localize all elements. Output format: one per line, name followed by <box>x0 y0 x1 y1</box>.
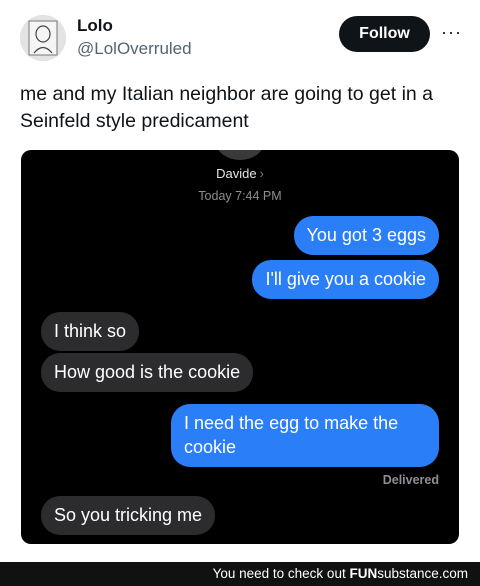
chevron-right-icon: › <box>259 166 264 181</box>
message-timestamp: Today 7:44 PM <box>198 189 282 203</box>
sent-message-bubble: I'll give you a cookie <box>252 260 439 299</box>
sent-message-bubble: I need the egg to make the cookie <box>171 404 439 467</box>
avatar-image <box>20 15 66 61</box>
sent-message-bubble: You got 3 eggs <box>293 216 439 255</box>
footer-brand-rest: substance.com <box>377 566 468 581</box>
author-name[interactable]: Lolo <box>77 16 113 36</box>
author-handle[interactable]: @LolOverruled <box>77 39 192 59</box>
more-options-icon[interactable]: ··· <box>441 22 462 43</box>
received-message-bubble: So you tricking me <box>41 496 216 535</box>
contact-header[interactable]: Davide › <box>21 166 459 181</box>
received-message-bubble: I think so <box>41 312 140 351</box>
contact-name: Davide <box>216 166 257 181</box>
tweet-card: Lolo @LolOverruled Follow ··· me and my … <box>0 0 480 556</box>
contact-avatar <box>215 150 265 160</box>
footer-text: You need to check out <box>212 566 350 581</box>
follow-button[interactable]: Follow <box>339 16 430 52</box>
watermark-footer: You need to check out FUNsubstance.com <box>0 562 480 586</box>
tweet-text: me and my Italian neighbor are going to … <box>20 83 434 132</box>
message-screenshot: Davide › Today 7:44 PM You got 3 eggs I'l… <box>21 150 459 544</box>
avatar[interactable] <box>20 15 66 61</box>
received-message-bubble: How good is the cookie <box>41 353 254 392</box>
footer-brand-bold: FUN <box>349 566 378 581</box>
delivered-status: Delivered <box>382 473 439 487</box>
